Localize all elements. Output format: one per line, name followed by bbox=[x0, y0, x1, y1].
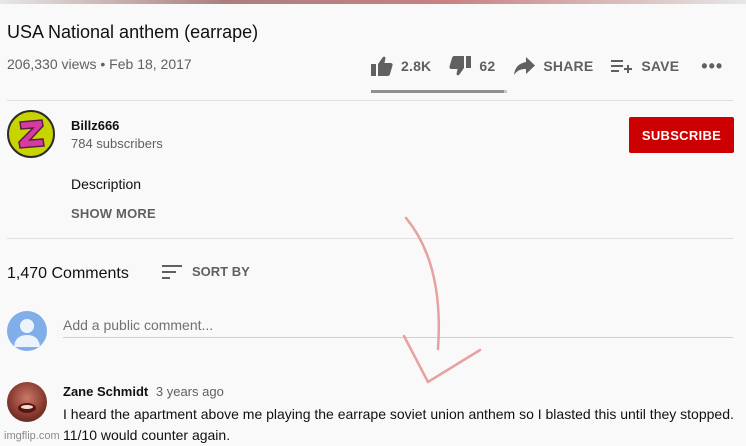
video-actions: 2.8K 62 SHARE SAVE ••• bbox=[371, 52, 741, 92]
share-label: SHARE bbox=[543, 58, 594, 74]
share-button[interactable]: SHARE bbox=[513, 52, 593, 80]
sort-lines-icon bbox=[162, 264, 182, 279]
imgflip-watermark: imgflip.com bbox=[4, 430, 60, 442]
comment-header: Zane Schmidt 3 years ago bbox=[63, 384, 224, 399]
sort-by-button[interactable]: SORT BY bbox=[162, 264, 250, 279]
comments-count: 1,470 Comments bbox=[7, 265, 129, 282]
like-ratio-fill bbox=[371, 90, 504, 93]
save-label: SAVE bbox=[641, 58, 680, 74]
thumbs-down-icon bbox=[449, 56, 472, 76]
video-description: Description bbox=[71, 176, 142, 192]
description-divider bbox=[7, 238, 733, 239]
channel-name[interactable]: Billz666 bbox=[71, 118, 119, 133]
show-more-button[interactable]: SHOW MORE bbox=[71, 206, 156, 221]
save-button[interactable]: SAVE bbox=[611, 52, 679, 80]
share-arrow-icon bbox=[514, 57, 536, 75]
sort-by-label: SORT BY bbox=[192, 264, 250, 279]
comment-time[interactable]: 3 years ago bbox=[156, 384, 224, 399]
comment-text: I heard the apartment above me playing t… bbox=[63, 406, 734, 443]
author-photo-icon bbox=[18, 403, 36, 413]
header-divider bbox=[7, 100, 733, 101]
more-actions-button[interactable]: ••• bbox=[701, 52, 723, 80]
playlist-add-icon bbox=[611, 60, 633, 73]
channel-logo-z-icon bbox=[18, 119, 45, 149]
video-title: USA National anthem (earrape) bbox=[7, 22, 259, 42]
default-person-icon bbox=[14, 319, 40, 347]
annotation-arrow bbox=[402, 216, 482, 384]
comment-author[interactable]: Zane Schmidt bbox=[63, 384, 148, 399]
subscribe-button[interactable]: SUBSCRIBE bbox=[629, 117, 734, 153]
user-avatar bbox=[7, 311, 47, 351]
channel-avatar[interactable] bbox=[7, 110, 55, 158]
video-meta: 206,330 views • Feb 18, 2017 bbox=[7, 56, 192, 72]
dislike-count: 62 bbox=[479, 58, 496, 74]
dislike-button[interactable]: 62 bbox=[449, 52, 495, 80]
like-count: 2.8K bbox=[401, 58, 432, 74]
like-ratio-bar bbox=[371, 90, 507, 93]
top-edge-strip bbox=[0, 0, 746, 4]
comment-author-avatar[interactable] bbox=[7, 382, 47, 422]
channel-subscribers: 784 subscribers bbox=[71, 136, 163, 151]
like-button[interactable]: 2.8K bbox=[371, 52, 431, 80]
thumbs-up-icon bbox=[371, 56, 393, 76]
